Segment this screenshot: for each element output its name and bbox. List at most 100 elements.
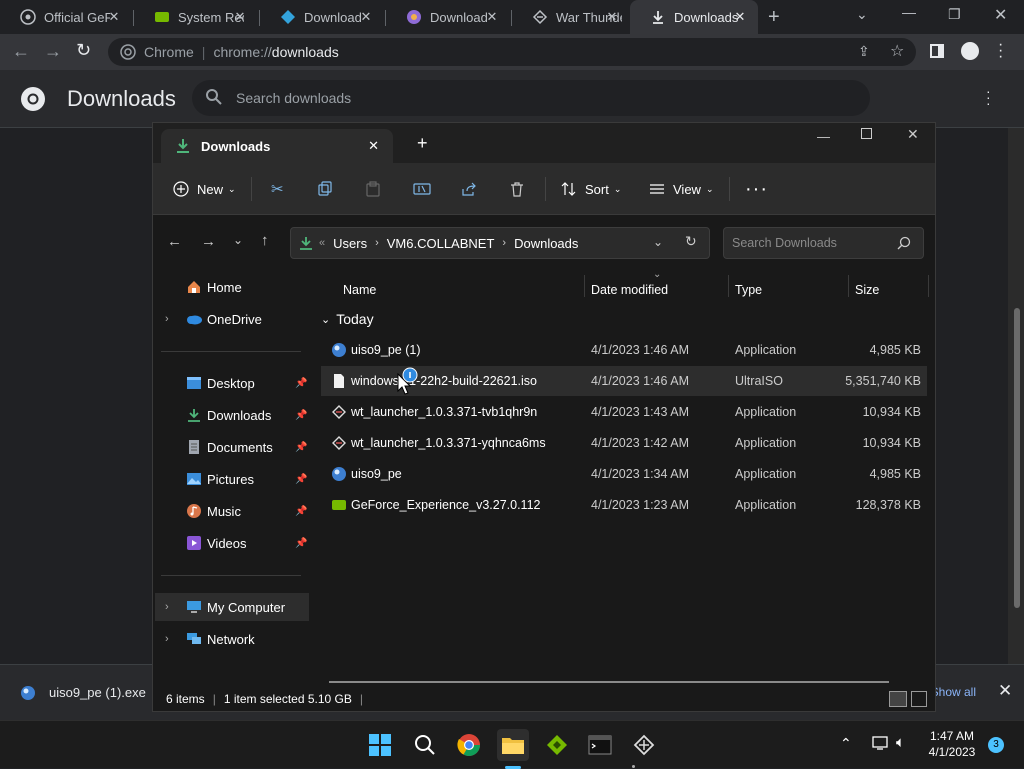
browser-tab-0[interactable]: Official GeForce Drivers ✕ [0,0,132,34]
share-icon[interactable] [461,175,477,203]
nav-item-music[interactable]: Music 📌 [155,497,309,525]
cut-icon[interactable]: ✂ [271,175,284,203]
reload-icon[interactable]: ↻ [76,40,91,61]
file-explorer-taskbar-icon[interactable] [497,729,529,761]
nav-item-network[interactable]: › Network [155,625,309,653]
new-tab-button[interactable]: + [768,6,780,29]
profile-avatar-icon[interactable] [961,42,979,60]
nav-item-home[interactable]: Home [155,273,309,301]
tiles-view-icon[interactable] [911,691,927,707]
file-row[interactable]: uiso9_pe (1) 4/1/2023 1:46 AM Applicatio… [321,335,927,365]
nav-item-downloads[interactable]: Downloads 📌 [155,401,309,429]
close-icon[interactable]: ✕ [232,9,248,25]
chevron-up-icon[interactable]: ⌃ [840,735,852,752]
new-tab-button[interactable]: + [417,133,428,154]
horizontal-scrollbar[interactable] [329,681,889,683]
bookmark-star-icon[interactable]: ☆ [890,41,904,61]
chevron-down-icon[interactable]: ⌄ [653,235,663,249]
nav-item-desktop[interactable]: Desktop 📌 [155,369,309,397]
paste-icon[interactable] [365,175,381,203]
overflow-chevron-icon[interactable]: « [319,237,325,249]
close-window-button[interactable]: ✕ [907,126,919,143]
column-header-type[interactable]: Type [735,275,762,305]
side-panel-icon[interactable] [930,44,944,58]
back-icon[interactable]: ← [167,233,182,250]
rename-icon[interactable] [413,175,431,203]
breadcrumb-users[interactable]: Users [333,236,367,251]
minimize-button[interactable]: — [817,129,830,144]
column-header-size[interactable]: Size [855,275,879,305]
close-window-button[interactable]: ✕ [994,5,1007,25]
explorer-tab[interactable]: Downloads ✕ [161,129,393,163]
maximize-button[interactable] [861,128,872,139]
warthunder-taskbar-icon[interactable] [628,729,660,761]
chevron-right-icon[interactable]: › [165,313,169,325]
close-icon[interactable]: ✕ [732,9,748,25]
share-icon[interactable]: ⇪ [858,43,870,60]
file-row[interactable]: GeForce_Experience_v3.27.0.112 4/1/2023 … [321,490,927,520]
page-scrollbar[interactable] [1008,128,1024,664]
column-header-name[interactable]: Name [343,275,376,305]
file-row[interactable]: wt_launcher_1.0.3.371-yqhnca6ms 4/1/2023… [321,428,927,458]
chrome-taskbar-icon[interactable] [453,729,485,761]
file-row[interactable]: wt_launcher_1.0.3.371-tvb1qhr9n 4/1/2023… [321,397,927,427]
network-status-icon[interactable] [872,735,888,756]
forward-icon[interactable]: → [44,41,62,62]
nav-item-pictures[interactable]: Pictures 📌 [155,465,309,493]
clock-time: 1:47 AM [929,729,975,743]
new-button[interactable]: New ⌄ [173,175,236,203]
column-header-date[interactable]: Date modified [591,275,668,305]
chevron-right-icon[interactable]: › [165,601,169,613]
nav-item-my-computer[interactable]: › My Computer [155,593,309,621]
file-row[interactable]: uiso9_pe 4/1/2023 1:34 AM Application 4,… [321,459,927,489]
address-bar[interactable]: « Users › VM6.COLLABNET › Downloads ⌄ ↻ [290,227,710,259]
breadcrumb-downloads[interactable]: Downloads [514,236,578,251]
sort-button[interactable]: Sort ⌄ [561,175,621,203]
search-input[interactable]: Search Downloads [723,227,924,259]
view-button[interactable]: View ⌄ [649,175,714,203]
search-downloads-input[interactable]: Search downloads [192,80,870,116]
close-icon[interactable]: ✕ [358,9,374,25]
more-options-icon[interactable]: ··· [745,175,768,203]
refresh-icon[interactable]: ↻ [685,233,697,250]
nav-label: OneDrive [207,311,262,327]
details-view-icon[interactable] [889,691,907,707]
close-icon[interactable]: ✕ [484,9,500,25]
forward-icon[interactable]: → [201,233,216,250]
scrollbar-thumb[interactable] [1014,308,1020,608]
browser-tab-5[interactable]: Downloads ✕ [630,0,758,34]
restore-button[interactable]: ❐ [948,6,961,23]
nvidia-taskbar-icon[interactable] [541,729,573,761]
nav-item-videos[interactable]: Videos 📌 [155,529,309,557]
delete-icon[interactable] [509,175,525,203]
nav-item-documents[interactable]: Documents 📌 [155,433,309,461]
minimize-button[interactable]: — [902,4,916,20]
browser-tab-3[interactable]: Download ✕ [386,0,510,34]
more-options-icon[interactable]: ··· [986,84,991,110]
menu-kebab-icon[interactable]: · · · [998,37,1003,65]
group-header-today[interactable]: ⌄ Today [321,307,374,331]
browser-tab-4[interactable]: War Thunder ✕ [512,0,630,34]
up-icon[interactable]: ↑ [261,232,269,249]
close-shelf-icon[interactable]: ✕ [998,681,1012,701]
close-icon[interactable]: ✕ [604,9,620,25]
tab-search-icon[interactable]: ⌄ [856,6,868,23]
downloaded-file-name[interactable]: uiso9_pe (1).exe [49,685,146,700]
address-bar[interactable]: Chrome | chrome://downloads [108,38,916,66]
chevron-right-icon[interactable]: › [165,633,169,645]
volume-icon[interactable]: 🔈︎ [896,734,905,751]
notification-badge[interactable]: 3 [988,737,1004,753]
breadcrumb-user[interactable]: VM6.COLLABNET [387,236,495,251]
copy-icon[interactable] [317,175,333,203]
terminal-taskbar-icon[interactable] [584,729,616,761]
nav-item-onedrive[interactable]: › OneDrive [155,305,309,333]
recent-locations-icon[interactable]: ⌄ [233,233,243,247]
browser-tab-2[interactable]: Download ✕ [260,0,384,34]
clock[interactable]: 1:47 AM 4/1/2023 [924,728,980,760]
windows-start-icon[interactable] [364,729,396,761]
search-icon[interactable] [409,729,441,761]
close-tab-icon[interactable]: ✕ [368,138,379,154]
back-icon[interactable]: ← [12,41,30,62]
close-icon[interactable]: ✕ [106,9,122,25]
browser-tab-1[interactable]: System Requirements ✕ [134,0,258,34]
